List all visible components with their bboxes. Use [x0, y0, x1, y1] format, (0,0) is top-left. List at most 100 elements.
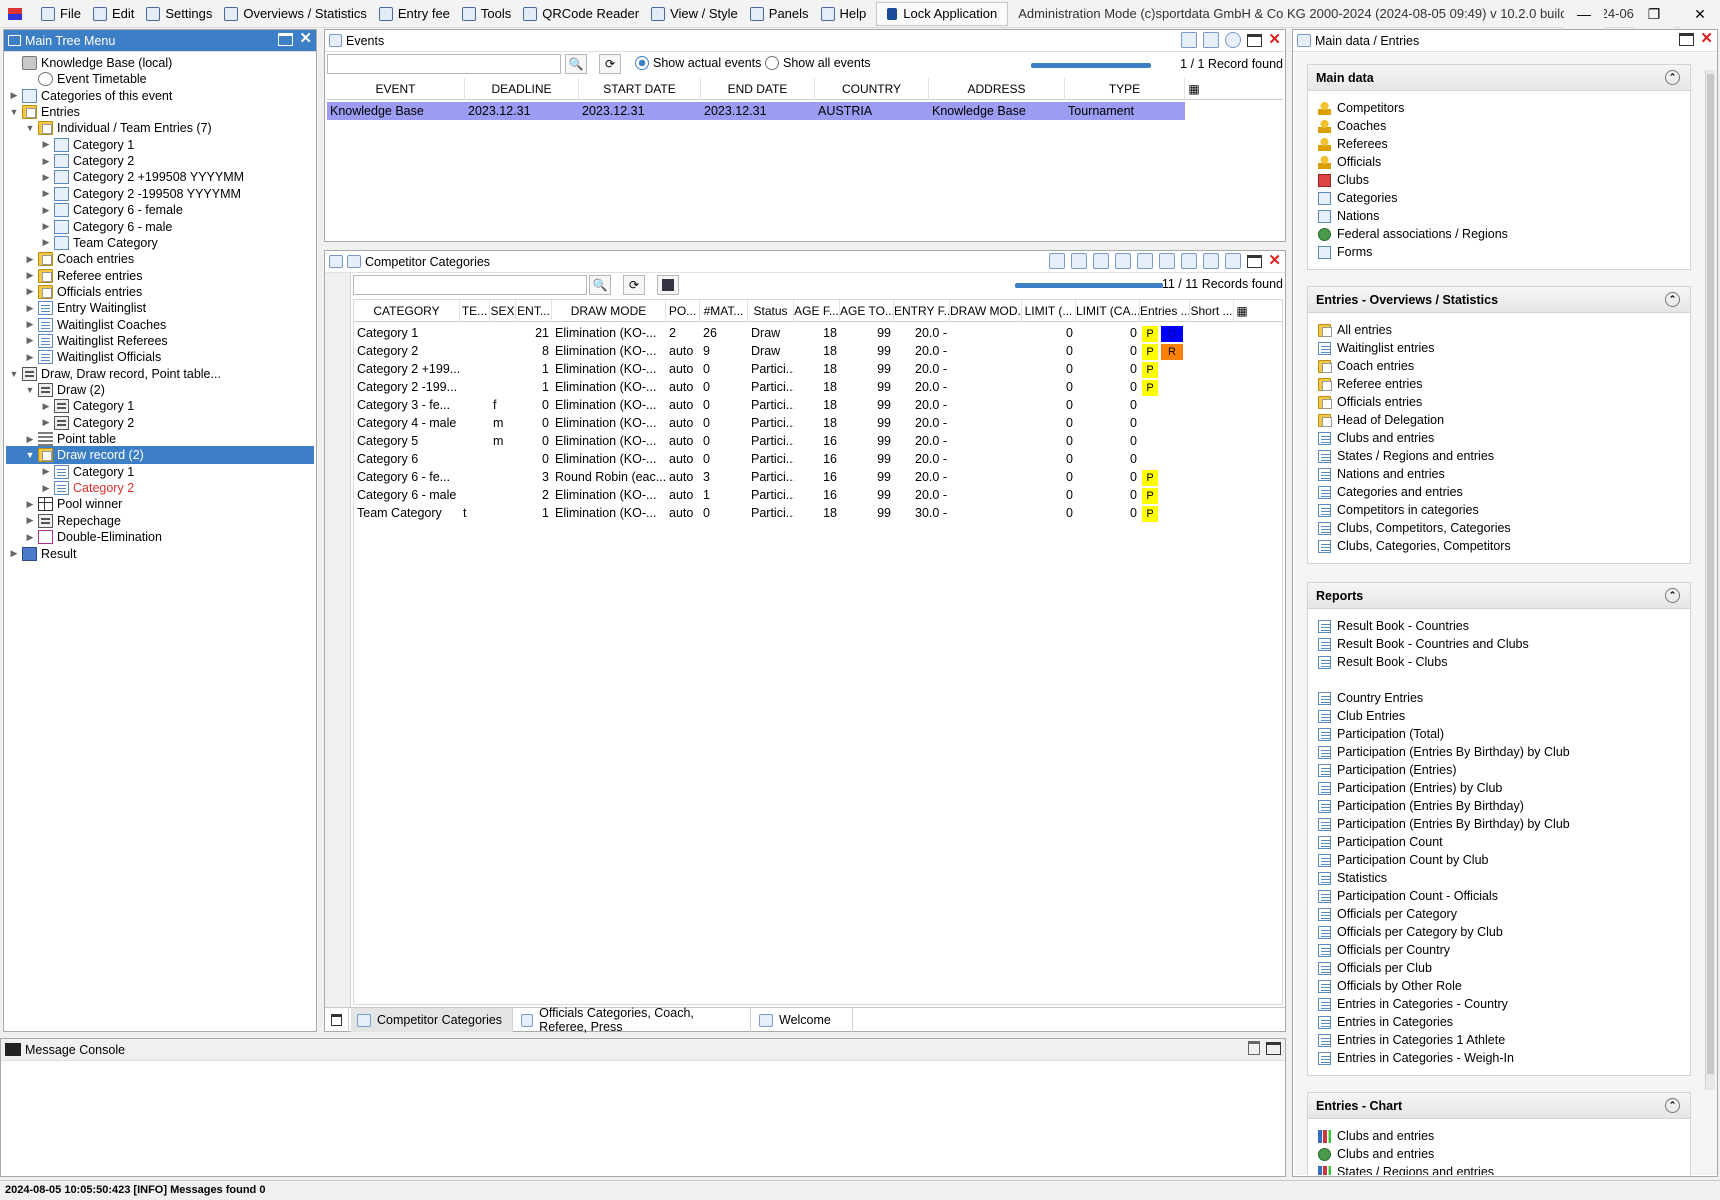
tree-item[interactable]: ▶ Category 6 - male [6, 218, 314, 236]
menu-panels[interactable]: Panels [744, 2, 815, 26]
events-refresh-button[interactable]: ⟳ [599, 54, 621, 74]
category-row[interactable]: Category 2 -199... 1 Elimination (KO-... au… [354, 378, 1282, 396]
maximize-console-button[interactable] [1266, 1041, 1281, 1055]
collapsed-arrow-icon[interactable]: ▶ [24, 515, 36, 526]
section-link[interactable]: Nations [1318, 207, 1379, 225]
close-main-data-button[interactable]: ✕ [1700, 31, 1713, 46]
events-search-button[interactable]: 🔍 [565, 54, 587, 74]
expanded-arrow-icon[interactable]: ▼ [8, 107, 20, 117]
main-data-scrollbar[interactable] [1705, 70, 1715, 1090]
collapsed-arrow-icon[interactable]: ▶ [24, 352, 36, 363]
collapsed-arrow-icon[interactable]: ▶ [24, 335, 36, 346]
menu-help[interactable]: Help [815, 2, 873, 26]
category-row[interactable]: Category 1 21 Elimination (KO-... 2 26 Draw 18… [354, 324, 1282, 342]
tree-item[interactable]: ▶ Category 1 [6, 136, 314, 154]
section-link[interactable]: Entries in Categories - Country [1318, 995, 1508, 1013]
section-link[interactable]: Result Book - Countries and Clubs [1318, 635, 1529, 653]
tree-item[interactable]: ▶ Entry Waitinglist [6, 299, 314, 317]
section-link[interactable]: Competitors [1318, 99, 1404, 117]
section-link[interactable]: Participation (Entries) [1318, 761, 1457, 779]
events-column-header[interactable]: COUNTRY [815, 78, 929, 100]
maximize-main-data-button[interactable] [1679, 32, 1695, 46]
categories-column-header[interactable]: Short ... [1190, 300, 1234, 322]
section-header[interactable]: Reports ⌃ [1308, 583, 1690, 609]
section-link[interactable]: Participation (Total) [1318, 725, 1444, 743]
section-link[interactable]: Forms [1318, 243, 1372, 261]
tab-competitor-categories[interactable]: Competitor Categories [351, 1008, 513, 1032]
section-link[interactable]: Participation Count by Club [1318, 851, 1488, 869]
section-link[interactable]: Participation Count - Officials [1318, 887, 1498, 905]
categories-column-header[interactable]: AGE TO... [840, 300, 894, 322]
tree-item[interactable]: ▶ Waitinglist Officials [6, 348, 314, 366]
section-link[interactable]: Waitinglist entries [1318, 339, 1435, 357]
categories-column-header[interactable]: SEX [490, 300, 516, 322]
tree-item[interactable]: ▶ Waitinglist Coaches [6, 316, 314, 334]
close-events-button[interactable]: ✕ [1268, 32, 1281, 47]
section-link[interactable]: Officials [1318, 153, 1381, 171]
category-row[interactable]: Team Category t 1 Elimination (KO-... auto 0 P… [354, 504, 1282, 522]
collapse-icon[interactable]: ⌃ [1665, 588, 1680, 603]
tree-item[interactable]: ▶ Category 6 - female [6, 201, 314, 219]
section-header[interactable]: Main data ⌃ [1308, 65, 1690, 91]
categories-refresh-button[interactable]: ⟳ [623, 275, 645, 295]
categories-column-header[interactable]: LIMIT (... [1022, 300, 1076, 322]
tool-print-icon[interactable] [1203, 253, 1220, 269]
maximize-categories-button[interactable] [1247, 254, 1263, 268]
category-row[interactable]: Category 6 0 Elimination (KO-... auto 0 Parti… [354, 450, 1282, 468]
section-link[interactable]: Clubs, Competitors, Categories [1318, 519, 1511, 537]
collapsed-arrow-icon[interactable]: ▶ [40, 221, 52, 232]
section-link[interactable]: Referees [1318, 135, 1388, 153]
tree-item[interactable]: ▶ Result [6, 545, 314, 563]
maximize-tree-button[interactable] [278, 32, 294, 46]
tree-item[interactable]: ▶ Pool winner [6, 495, 314, 513]
collapsed-arrow-icon[interactable]: ▶ [40, 483, 52, 494]
tree-item[interactable]: ▼ Individual / Team Entries (7) [6, 119, 314, 137]
section-link[interactable]: Coaches [1318, 117, 1386, 135]
collapsed-arrow-icon[interactable]: ▶ [24, 499, 36, 510]
collapsed-arrow-icon[interactable]: ▶ [24, 270, 36, 281]
column-chooser-icon[interactable]: ▦ [1187, 78, 1201, 100]
expanded-arrow-icon[interactable]: ▼ [24, 123, 36, 133]
tool-list-icon[interactable] [1115, 253, 1132, 269]
collapsed-arrow-icon[interactable]: ▶ [24, 532, 36, 543]
restore-button[interactable]: ❐ [1634, 0, 1674, 28]
tab-officials-categories-coach-referee-press[interactable]: Officials Categories, Coach, Referee, Pr… [515, 1006, 751, 1034]
collapsed-arrow-icon[interactable]: ▶ [40, 139, 52, 150]
section-link[interactable]: Categories and entries [1318, 483, 1463, 501]
section-link[interactable]: Officials per Category [1318, 905, 1457, 923]
collapsed-arrow-icon[interactable]: ▶ [8, 90, 20, 101]
categories-column-header[interactable]: DRAW MODE [552, 300, 666, 322]
collapsed-arrow-icon[interactable]: ▶ [40, 205, 52, 216]
tree-item[interactable]: ▼ Draw (2) [6, 381, 314, 399]
section-link[interactable]: Officials per Category by Club [1318, 923, 1503, 941]
tree-item[interactable]: ▶ Category 2 +199508 YYYYMM [6, 168, 314, 186]
tab-panel-toggle-icon[interactable] [325, 1008, 349, 1032]
menu-file[interactable]: File [35, 2, 87, 26]
categories-column-header[interactable]: ENT... [516, 300, 552, 322]
trash-icon[interactable] [1248, 1041, 1260, 1055]
tool-draw-icon[interactable] [1093, 253, 1110, 269]
collapse-icon[interactable]: ⌃ [1665, 1098, 1680, 1113]
section-link[interactable]: Clubs, Categories, Competitors [1318, 537, 1511, 555]
tool-stack-icon[interactable] [1181, 253, 1198, 269]
tree-item[interactable]: ▼ Draw, Draw record, Point table... [6, 365, 314, 383]
panel-switch-icon[interactable] [329, 255, 343, 268]
tab-welcome[interactable]: Welcome [753, 1008, 853, 1032]
tree-item[interactable]: ▶ Officials entries [6, 283, 314, 301]
menu-tools[interactable]: Tools [456, 2, 517, 26]
tree-item[interactable]: ▶ Category 1 [6, 397, 314, 415]
tree-item[interactable]: ▶ Category 1 [6, 463, 314, 481]
section-link[interactable]: Clubs and entries [1318, 429, 1434, 447]
categories-column-header[interactable]: LIMIT (CA... [1076, 300, 1140, 322]
section-header[interactable]: Entries - Chart ⌃ [1308, 1093, 1690, 1119]
section-link[interactable]: Participation (Entries) by Club [1318, 779, 1502, 797]
tree-item[interactable]: ▶ Category 2 [6, 152, 314, 170]
section-link[interactable]: Officials by Other Role [1318, 977, 1462, 995]
section-link[interactable]: Result Book - Clubs [1318, 653, 1447, 671]
expanded-arrow-icon[interactable]: ▼ [24, 450, 36, 460]
section-link[interactable]: Head of Delegation [1318, 411, 1444, 429]
section-link[interactable]: Clubs [1318, 171, 1369, 189]
timer-icon[interactable] [1225, 32, 1242, 48]
menu-overviews-statistics[interactable]: Overviews / Statistics [218, 2, 373, 26]
collapsed-arrow-icon[interactable]: ▶ [40, 466, 52, 477]
